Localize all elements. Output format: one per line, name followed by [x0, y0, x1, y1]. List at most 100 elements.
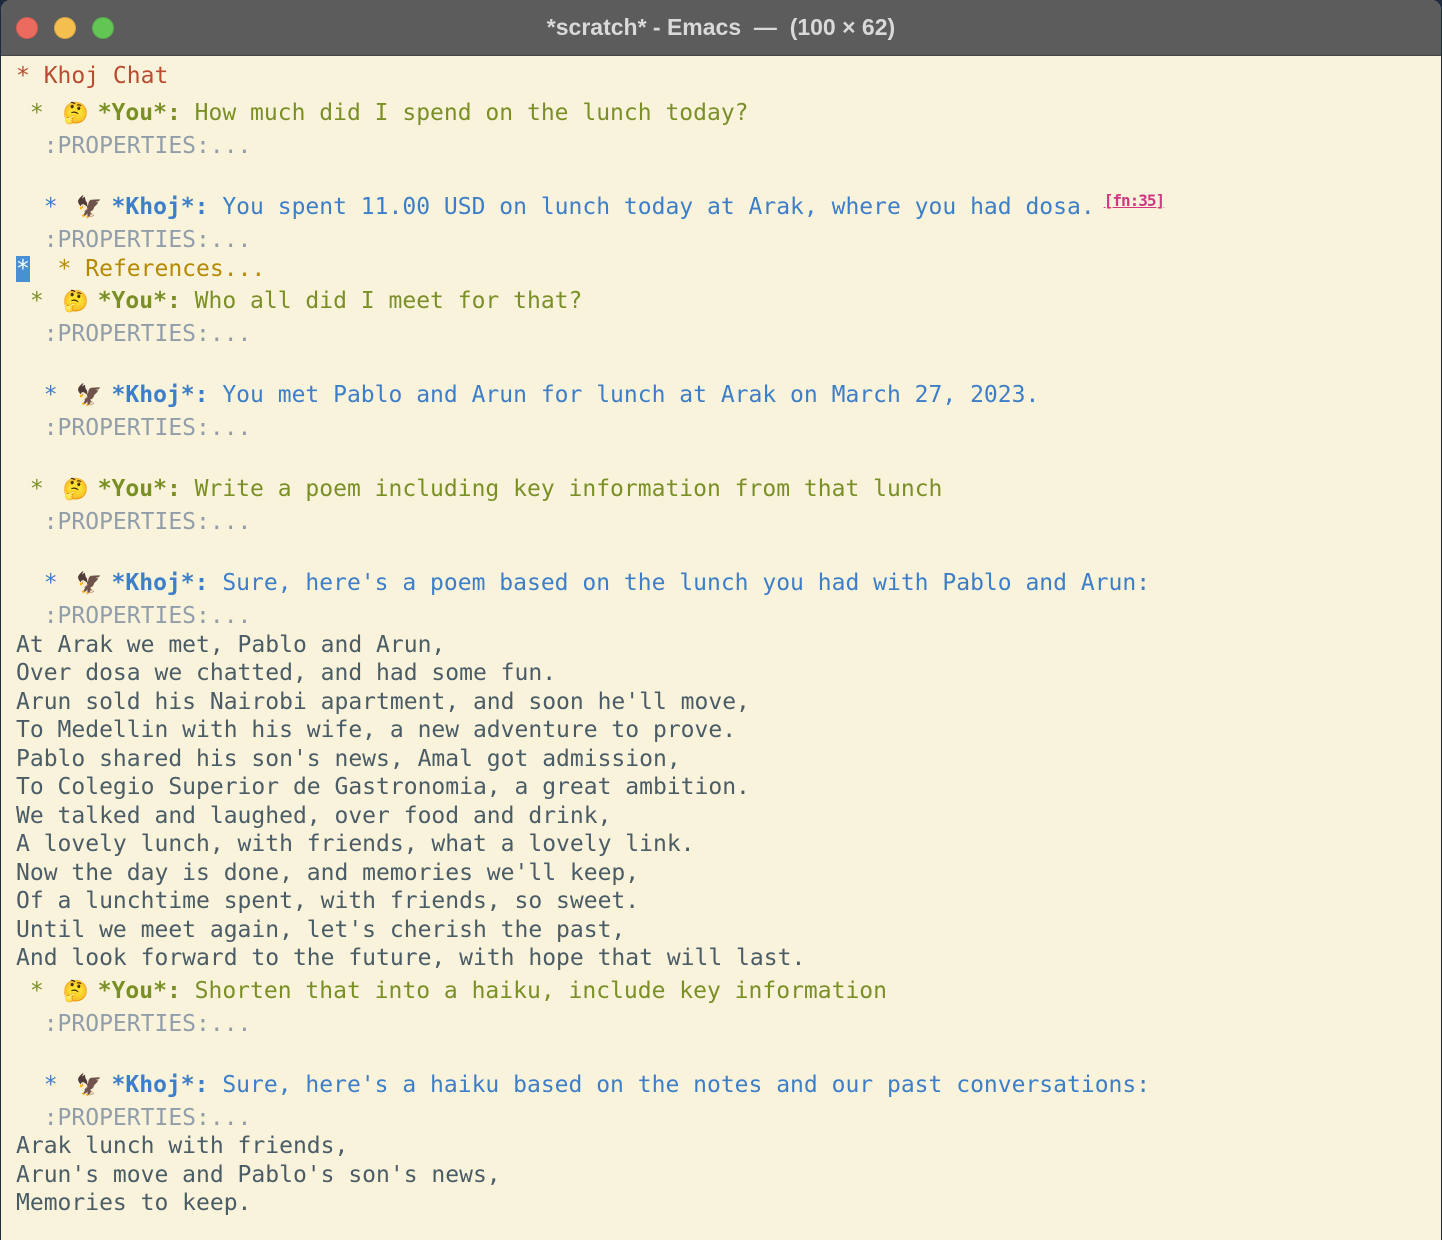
chat-message-you: * 🤔*You*: Shorten that into a haiku, inc…: [16, 973, 1441, 1010]
body-text: Pablo shared his son's news, Amal got ad…: [16, 746, 681, 772]
minimize-button[interactable]: [54, 17, 76, 39]
poem-line: Over dosa we chatted, and had some fun.: [16, 659, 1441, 688]
org-star: *: [16, 476, 58, 502]
thinking-face-emoji: 🤔: [63, 101, 89, 125]
poem-line: Now the day is done, and memories we'll …: [16, 859, 1441, 888]
speaker-name: *Khoj*:: [112, 1072, 223, 1098]
blank-line: [16, 161, 1441, 190]
properties-text: :PROPERTIES:...: [16, 415, 251, 441]
message-text: Write a poem including key information f…: [195, 476, 943, 502]
org-star: *: [16, 1072, 71, 1098]
body-text: Arak lunch with friends,: [16, 1133, 348, 1159]
properties-text: :PROPERTIES:...: [16, 321, 251, 347]
heading-text: * Khoj Chat: [16, 63, 168, 89]
speaker-name: *You*:: [98, 100, 195, 126]
close-button[interactable]: [16, 17, 38, 39]
properties-drawer[interactable]: :PROPERTIES:...: [16, 602, 1441, 631]
message-text: You met Pablo and Arun for lunch at Arak…: [222, 382, 1039, 408]
properties-text: :PROPERTIES:...: [16, 509, 251, 535]
body-text: To Colegio Superior de Gastronomia, a gr…: [16, 774, 750, 800]
blank-line: [16, 1038, 1441, 1067]
speaker-name: *You*:: [98, 288, 195, 314]
eagle-emoji: 🦅: [76, 571, 102, 595]
haiku-line: Memories to keep.: [16, 1189, 1441, 1218]
properties-text: :PROPERTIES:...: [16, 1105, 251, 1131]
references-text: * References...: [30, 256, 265, 282]
properties-text: :PROPERTIES:...: [16, 1011, 251, 1037]
speaker-name: *Khoj*:: [112, 194, 223, 220]
message-text: How much did I spend on the lunch today?: [195, 100, 749, 126]
message-text: Shorten that into a haiku, include key i…: [195, 978, 887, 1004]
properties-drawer[interactable]: :PROPERTIES:...: [16, 132, 1441, 161]
body-text: At Arak we met, Pablo and Arun,: [16, 632, 445, 658]
thinking-face-emoji: 🤔: [63, 289, 89, 313]
text-cursor: *: [16, 256, 30, 282]
eagle-emoji: 🦅: [76, 383, 102, 407]
body-text: To Medellin with his wife, a new adventu…: [16, 717, 736, 743]
poem-line: To Colegio Superior de Gastronomia, a gr…: [16, 773, 1441, 802]
chat-message-you: * 🤔 *You*: How much did I spend on the lu…: [16, 95, 1441, 132]
properties-drawer[interactable]: :PROPERTIES:...: [16, 1104, 1441, 1133]
chat-message-khoj: * 🦅*Khoj*: You met Pablo and Arun for lu…: [16, 377, 1441, 414]
poem-line: Until we meet again, let's cherish the p…: [16, 916, 1441, 945]
poem-line: And look forward to the future, with hop…: [16, 944, 1441, 973]
properties-drawer[interactable]: :PROPERTIES:...: [16, 1010, 1441, 1039]
properties-text: :PROPERTIES:...: [16, 227, 251, 253]
chat-message-khoj: * 🦅 *Khoj*: You spent 11.00 USD on lunch …: [16, 189, 1441, 226]
blank-line: [16, 349, 1441, 378]
poem-line: We talked and laughed, over food and dri…: [16, 802, 1441, 831]
poem-line: A lovely lunch, with friends, what a lov…: [16, 830, 1441, 859]
properties-drawer[interactable]: :PROPERTIES:...: [16, 508, 1441, 537]
chat-message-you: * 🤔 *You*: Write a poem including key inf…: [16, 471, 1441, 508]
emacs-buffer[interactable]: * Khoj Chat * 🤔 *You*: How much did I spe…: [1, 56, 1441, 1240]
blank-line: [16, 443, 1441, 472]
body-text: Memories to keep.: [16, 1190, 251, 1216]
haiku-line: Arak lunch with friends,: [16, 1132, 1441, 1161]
zoom-button[interactable]: [92, 17, 114, 39]
body-text: And look forward to the future, with hop…: [16, 945, 805, 971]
chat-message-you: * 🤔*You*: Who all did I meet for that?: [16, 283, 1441, 320]
message-text: You spent 11.00 USD on lunch today at Ar…: [222, 194, 1094, 220]
properties-drawer[interactable]: :PROPERTIES:...: [16, 226, 1441, 255]
traffic-lights: [16, 0, 114, 55]
footnote-link[interactable]: [fn:35]: [1104, 191, 1164, 210]
message-text: Sure, here's a haiku based on the notes …: [222, 1072, 1150, 1098]
body-text: Arun's move and Pablo's son's news,: [16, 1162, 501, 1188]
poem-line: At Arak we met, Pablo and Arun,: [16, 631, 1441, 660]
speaker-name: *You*:: [98, 476, 195, 502]
speaker-name: *Khoj*:: [112, 570, 223, 596]
body-text: Over dosa we chatted, and had some fun.: [16, 660, 556, 686]
body-text: Of a lunchtime spent, with friends, so s…: [16, 888, 639, 914]
body-text: Until we meet again, let's cherish the p…: [16, 917, 625, 943]
chat-message-khoj: * 🦅 *Khoj*: Sure, here's a poem based on …: [16, 565, 1441, 602]
properties-text: :PROPERTIES:...: [16, 603, 251, 629]
body-text: Now the day is done, and memories we'll …: [16, 860, 639, 886]
chat-message-khoj: * 🦅 *Khoj*: Sure, here's a haiku based on…: [16, 1067, 1441, 1104]
references-heading[interactable]: * * References...: [16, 255, 1441, 284]
body-text: We talked and laughed, over food and dri…: [16, 803, 611, 829]
thinking-face-emoji: 🤔: [63, 979, 89, 1003]
eagle-emoji: 🦅: [76, 1073, 102, 1097]
eagle-emoji: 🦅: [76, 195, 102, 219]
blank-line: [16, 537, 1441, 566]
properties-text: :PROPERTIES:...: [16, 133, 251, 159]
poem-line: Pablo shared his son's news, Amal got ad…: [16, 745, 1441, 774]
thinking-face-emoji: 🤔: [63, 477, 89, 501]
speaker-name: *Khoj*:: [112, 382, 223, 408]
body-text: A lovely lunch, with friends, what a lov…: [16, 831, 695, 857]
properties-drawer[interactable]: :PROPERTIES:...: [16, 320, 1441, 349]
body-text: Arun sold his Nairobi apartment, and soo…: [16, 689, 750, 715]
haiku-line: Arun's move and Pablo's son's news,: [16, 1161, 1441, 1190]
org-heading-khoj-chat: * Khoj Chat: [16, 58, 1441, 95]
poem-line: Arun sold his Nairobi apartment, and soo…: [16, 688, 1441, 717]
org-star: *: [16, 570, 71, 596]
properties-drawer[interactable]: :PROPERTIES:...: [16, 414, 1441, 443]
org-star: *: [16, 978, 58, 1004]
org-star: *: [16, 100, 58, 126]
message-text: Sure, here's a poem based on the lunch y…: [222, 570, 1150, 596]
window-title: *scratch* - Emacs — (100 × 62): [1, 14, 1441, 41]
titlebar[interactable]: *scratch* - Emacs — (100 × 62): [1, 0, 1441, 56]
org-star: *: [16, 288, 58, 314]
emacs-window: *scratch* - Emacs — (100 × 62) * Khoj Ch…: [1, 0, 1441, 1240]
org-star: *: [16, 194, 71, 220]
